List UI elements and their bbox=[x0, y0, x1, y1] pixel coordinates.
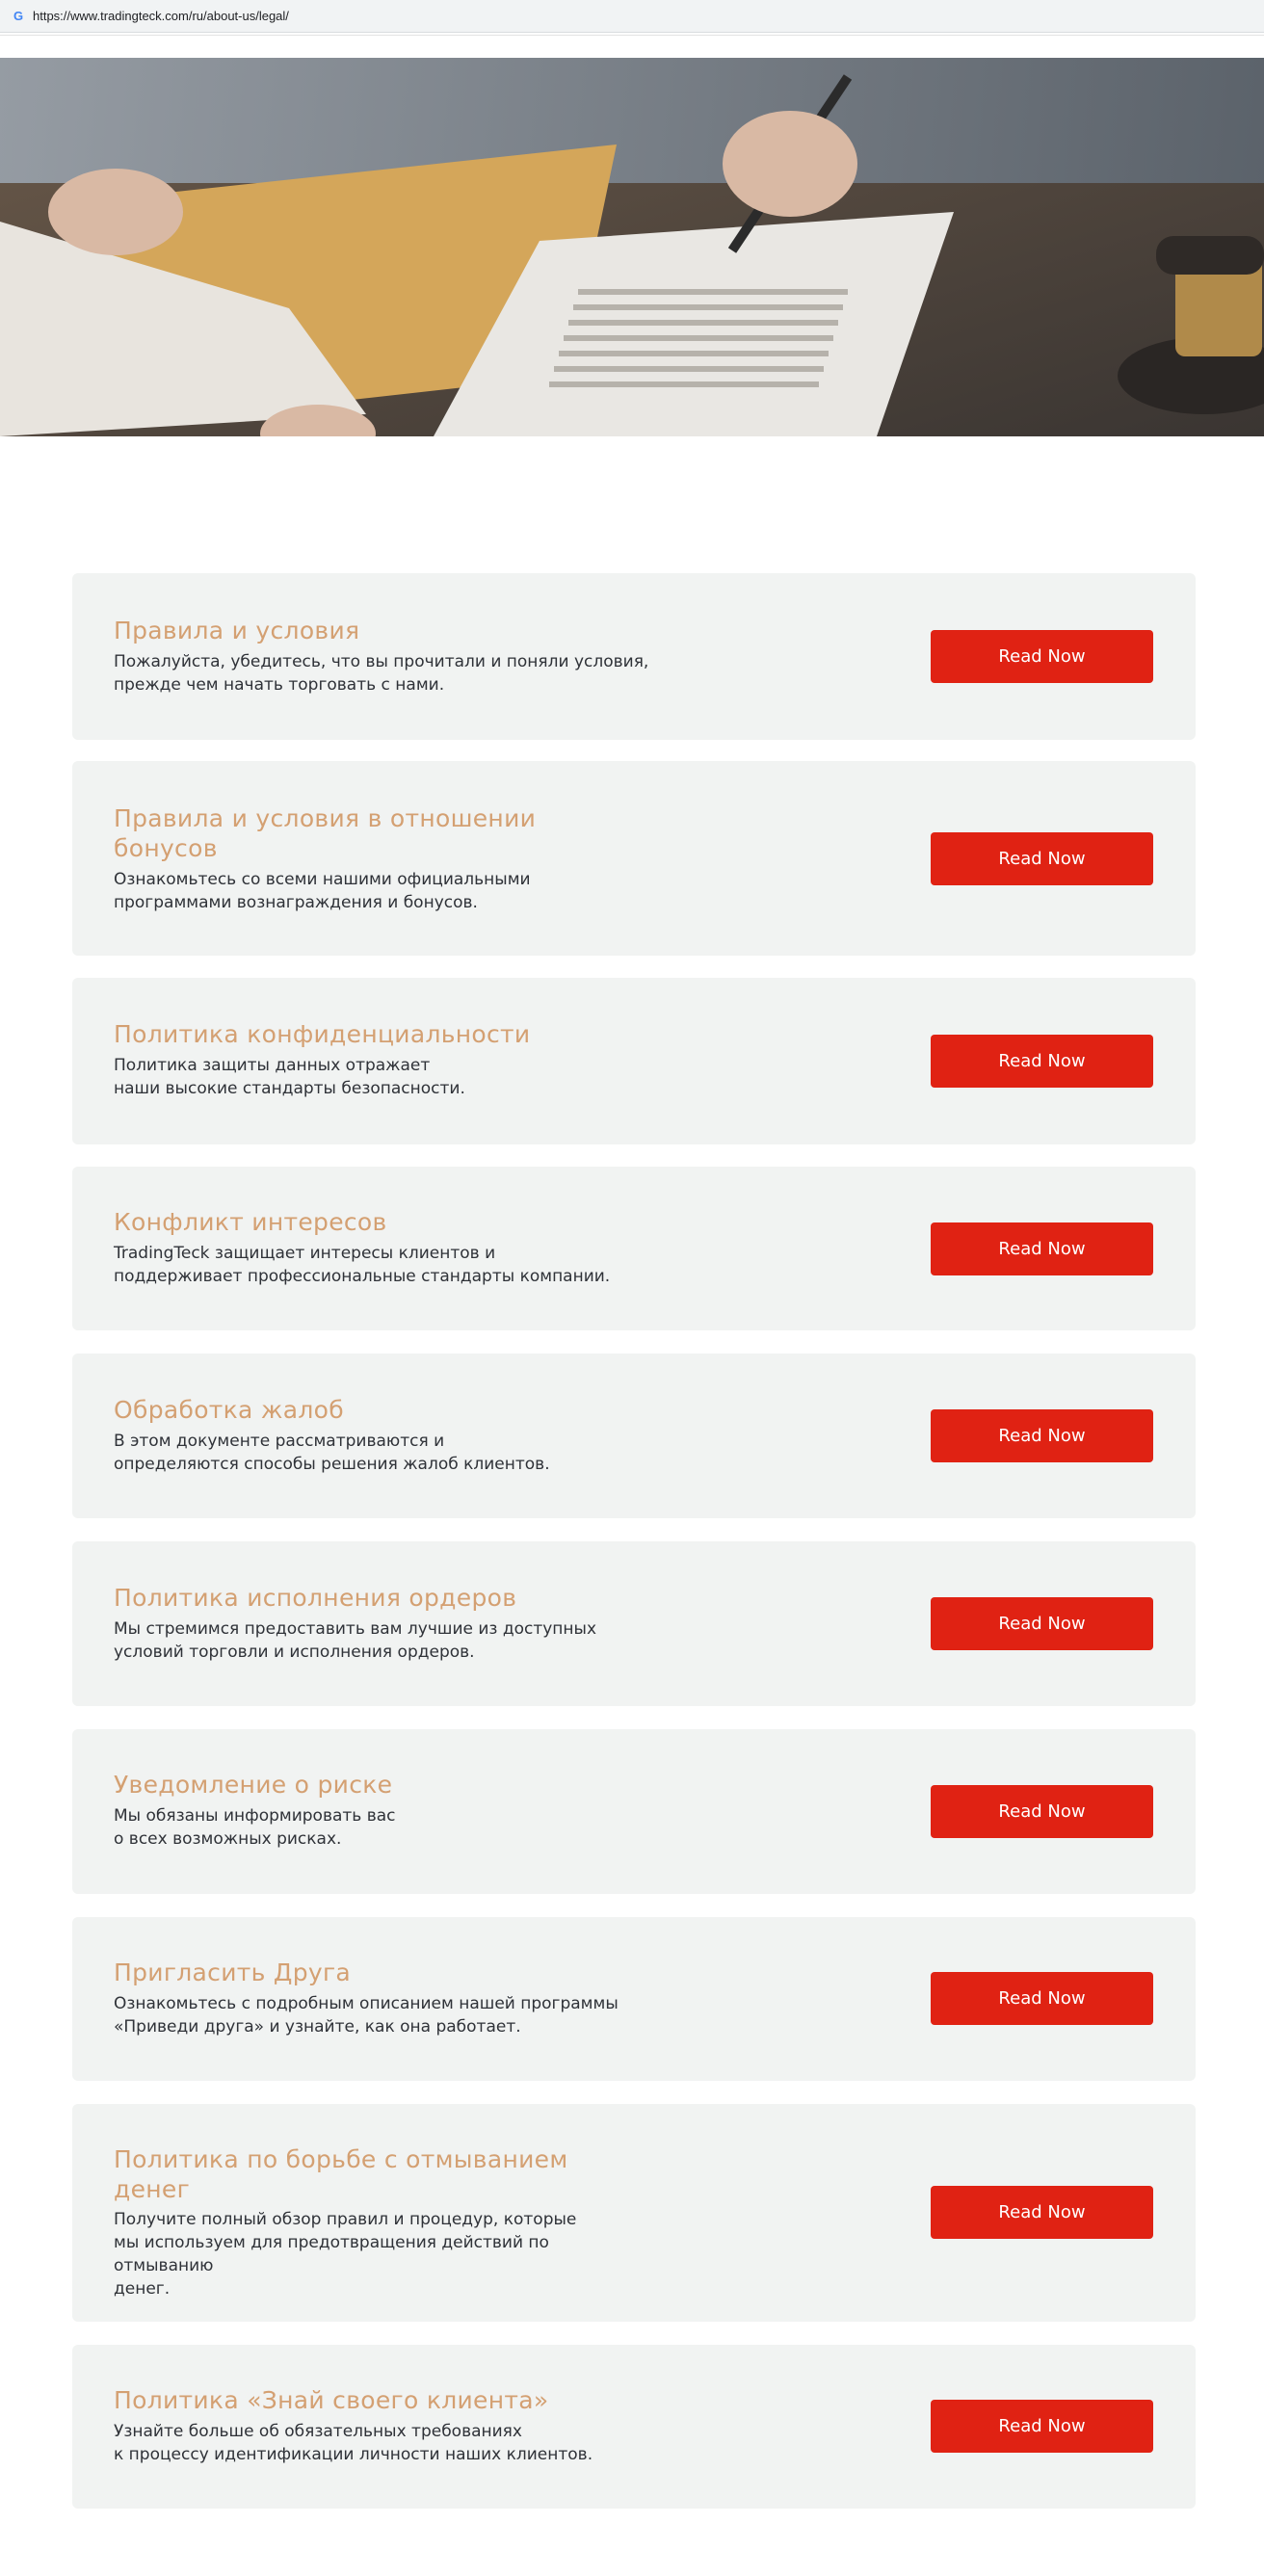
read-now-button[interactable]: Read Now bbox=[931, 1785, 1153, 1838]
card-title: Конфликт интересов bbox=[114, 1208, 387, 1236]
card-title: Пригласить Друга bbox=[114, 1958, 352, 1986]
card-description: Мы стремимся предоставить вам лучшие из … bbox=[114, 1619, 597, 1662]
read-now-button[interactable]: Read Now bbox=[931, 1035, 1153, 1088]
legal-card-terms: Правила и условия Пожалуйста, убедитесь,… bbox=[72, 573, 1196, 740]
card-title: Правила и условия bbox=[114, 617, 360, 644]
legal-card-order-execution: Политика исполнения ордеров Мы стремимся… bbox=[72, 1541, 1196, 1706]
legal-card-refer-friend: Пригласить Друга Ознакомьтесь с подробны… bbox=[72, 1917, 1196, 2081]
read-now-button[interactable]: Read Now bbox=[931, 1972, 1153, 2025]
read-now-button[interactable]: Read Now bbox=[931, 2186, 1153, 2239]
address-bar[interactable]: G https://www.tradingteck.com/ru/about-u… bbox=[0, 0, 1264, 33]
legal-card-kyc: Политика «Знай своего клиента» Узнайте б… bbox=[72, 2345, 1196, 2509]
read-now-button[interactable]: Read Now bbox=[931, 832, 1153, 885]
card-title: Уведомление о риске bbox=[114, 1771, 393, 1799]
card-title: Обработка жалоб bbox=[114, 1396, 344, 1424]
hero-image bbox=[0, 58, 1264, 436]
card-description: Получите полный обзор правил и процедур,… bbox=[114, 2210, 577, 2299]
card-description: Пожалуйста, убедитесь, что вы прочитали … bbox=[114, 652, 649, 695]
legal-card-bonus-terms: Правила и условия в отношении бонусов Оз… bbox=[72, 761, 1196, 956]
card-title: Политика конфиденциальности bbox=[114, 1020, 531, 1048]
card-description: TradingTeck защищает интересы клиентов и… bbox=[114, 1244, 611, 1286]
legal-card-complaints: Обработка жалоб В этом документе рассмат… bbox=[72, 1354, 1196, 1518]
read-now-button[interactable]: Read Now bbox=[931, 2400, 1153, 2453]
read-now-button[interactable]: Read Now bbox=[931, 1597, 1153, 1650]
card-title: Политика «Знай своего клиента» bbox=[114, 2386, 549, 2414]
legal-card-conflict: Конфликт интересов TradingTeck защищает … bbox=[72, 1167, 1196, 1330]
card-description: Узнайте больше об обязательных требовани… bbox=[114, 2422, 593, 2464]
card-title: Правила и условия в отношении бонусов bbox=[114, 804, 537, 862]
card-description: В этом документе рассматриваются и опред… bbox=[114, 1432, 550, 1474]
card-description: Политика защиты данных отражает наши выс… bbox=[114, 1056, 465, 1098]
legal-card-risk: Уведомление о риске Мы обязаны информиро… bbox=[72, 1729, 1196, 1894]
divider bbox=[0, 35, 1264, 36]
card-title: Политика исполнения ордеров bbox=[114, 1584, 517, 1612]
card-description: Ознакомьтесь с подробным описанием нашей… bbox=[114, 1994, 619, 2037]
google-icon: G bbox=[13, 8, 24, 23]
read-now-button[interactable]: Read Now bbox=[931, 1222, 1153, 1275]
read-now-button[interactable]: Read Now bbox=[931, 630, 1153, 683]
url-text[interactable]: https://www.tradingteck.com/ru/about-us/… bbox=[33, 9, 289, 23]
card-description: Ознакомьтесь со всеми нашими официальным… bbox=[114, 870, 531, 912]
legal-card-privacy: Политика конфиденциальности Политика защ… bbox=[72, 978, 1196, 1144]
legal-card-aml: Политика по борьбе с отмыванием денег По… bbox=[72, 2104, 1196, 2322]
read-now-button[interactable]: Read Now bbox=[931, 1409, 1153, 1462]
hero-illustration bbox=[0, 58, 1264, 436]
card-description: Мы обязаны информировать вас о всех возм… bbox=[114, 1806, 396, 1849]
card-title: Политика по борьбе с отмыванием денег bbox=[114, 2145, 568, 2203]
